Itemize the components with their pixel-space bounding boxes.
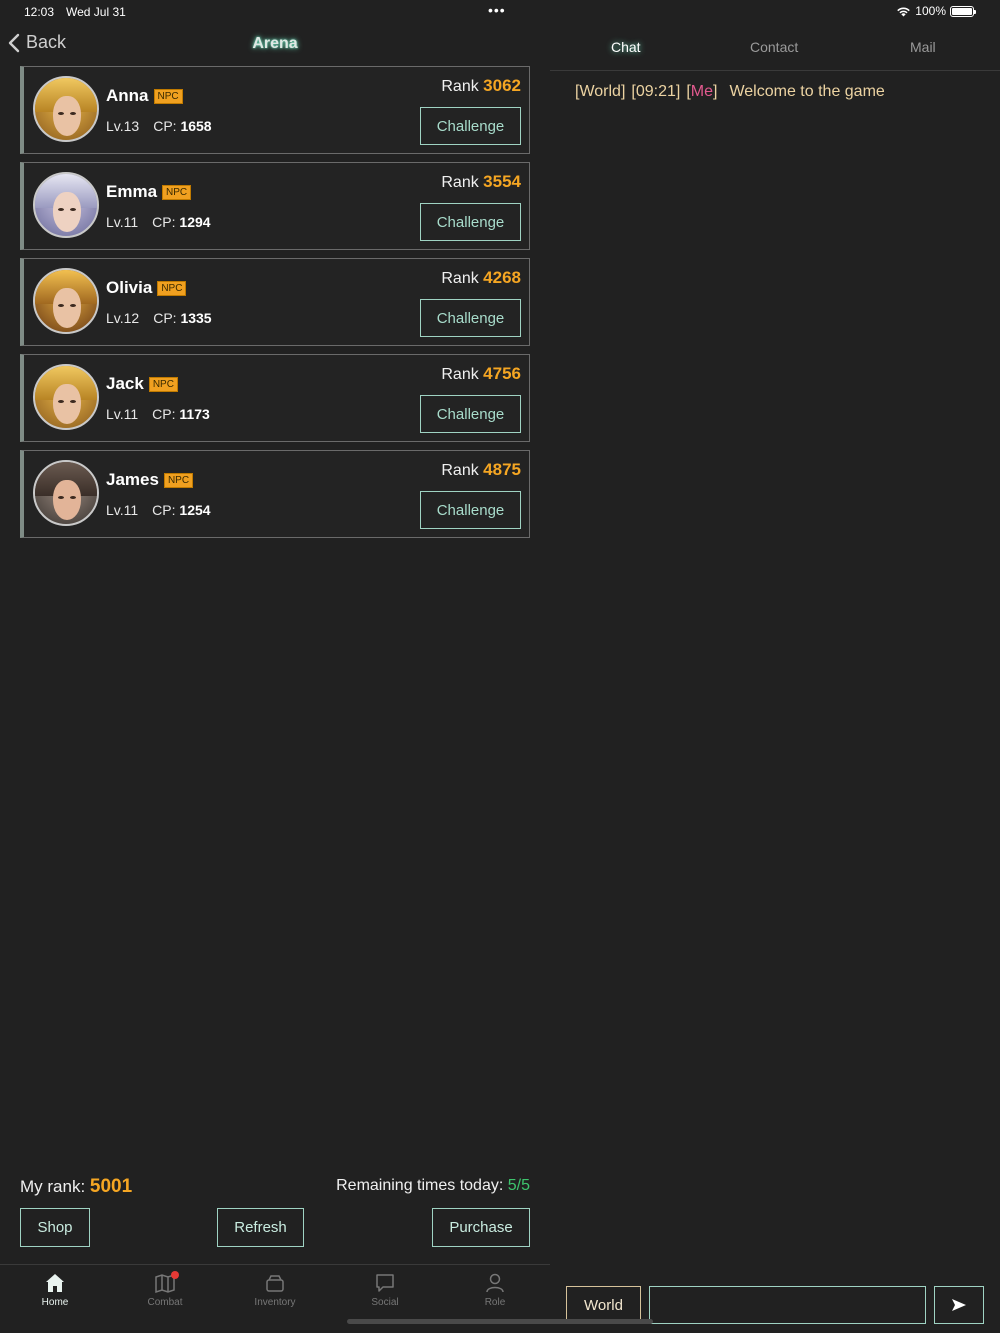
avatar bbox=[33, 172, 99, 238]
tab-combat[interactable]: Combat bbox=[110, 1271, 220, 1308]
opponent-name: James NPC bbox=[106, 470, 194, 490]
opponent-stats: Lv.11 CP: 1254 bbox=[106, 502, 211, 518]
opponent-stats: Lv.11 CP: 1294 bbox=[106, 214, 211, 230]
chat-panel: Chat Contact Mail [World] [09:21] [Me] Welc… bbox=[550, 24, 1000, 1333]
refresh-button[interactable]: Refresh bbox=[217, 1208, 304, 1247]
tab-social[interactable]: Social bbox=[330, 1272, 440, 1308]
opponent-stats: Lv.12 CP: 1335 bbox=[106, 310, 212, 326]
chat-message: [World] [09:21] [Me] Welcome to the game bbox=[575, 83, 885, 100]
purchase-button[interactable]: Purchase bbox=[432, 1208, 530, 1247]
opponent-level: Lv.11 bbox=[106, 406, 139, 422]
battery-icon bbox=[950, 5, 976, 17]
opponent-card: Jack NPC Lv.11 CP: 1173 Rank 4756 Challeng… bbox=[20, 354, 530, 442]
opponent-level: Lv.13 bbox=[106, 118, 140, 134]
tab-inventory[interactable]: Inventory bbox=[220, 1272, 330, 1308]
opponent-rank: Rank 4756 bbox=[441, 364, 521, 383]
home-icon bbox=[46, 1274, 64, 1292]
chat-tabs: Chat Contact Mail bbox=[550, 24, 1000, 71]
opponent-cp: 1254 bbox=[179, 502, 211, 518]
opponent-level: Lv.11 bbox=[106, 214, 139, 230]
chat-text: Welcome to the game bbox=[729, 83, 885, 100]
avatar bbox=[33, 364, 99, 430]
opponent-level: Lv.11 bbox=[106, 502, 139, 518]
my-rank-value: 5001 bbox=[89, 1176, 133, 1197]
multitask-dots-icon[interactable]: ••• bbox=[488, 2, 506, 18]
opponent-cp: 1658 bbox=[180, 118, 212, 134]
chat-time: [09:21] bbox=[631, 83, 681, 100]
chat-bubble-icon bbox=[376, 1274, 394, 1292]
tab-mail[interactable]: Mail bbox=[910, 39, 936, 55]
avatar bbox=[33, 268, 99, 334]
home-indicator[interactable] bbox=[347, 1319, 653, 1324]
opponent-card: Emma NPC Lv.11 CP: 1294 Rank 3554 Challeng… bbox=[20, 162, 530, 250]
opponent-cp: 1294 bbox=[179, 214, 211, 230]
opponent-name: Jack NPC bbox=[106, 374, 178, 394]
opponent-level: Lv.12 bbox=[106, 310, 140, 326]
avatar bbox=[33, 460, 99, 526]
my-rank: My rank: 5001 bbox=[20, 1176, 133, 1197]
status-bar: 12:03 Wed Jul 31 ••• 100% bbox=[0, 0, 1000, 24]
map-icon bbox=[154, 1271, 179, 1294]
chat-channel: [World] bbox=[575, 83, 626, 100]
npc-badge: NPC bbox=[163, 472, 194, 488]
npc-badge: NPC bbox=[162, 184, 192, 200]
challenge-button[interactable]: Challenge bbox=[420, 395, 521, 433]
tab-role[interactable]: Role bbox=[440, 1272, 550, 1308]
tab-home[interactable]: Home bbox=[0, 1272, 110, 1308]
opponent-list: Anna NPC Lv.13 CP: 1658 Rank 3062 Challeng… bbox=[20, 66, 530, 546]
opponent-stats: Lv.11 CP: 1173 bbox=[106, 406, 210, 422]
remaining-times-value: 5/5 bbox=[507, 1177, 530, 1194]
opponent-name: Olivia NPC bbox=[106, 278, 187, 298]
challenge-button[interactable]: Challenge bbox=[420, 107, 521, 145]
opponent-rank: Rank 4875 bbox=[441, 460, 521, 479]
opponent-stats: Lv.13 CP: 1658 bbox=[106, 118, 212, 134]
box-icon bbox=[266, 1275, 284, 1292]
status-indicators: 100% bbox=[896, 4, 976, 18]
challenge-button[interactable]: Challenge bbox=[420, 491, 521, 529]
arena-panel: Back Arena Anna NPC Lv.13 CP: 1658 Rank 30… bbox=[0, 24, 550, 1333]
wifi-icon bbox=[897, 6, 911, 16]
tab-chat[interactable]: Chat bbox=[611, 39, 641, 55]
remaining-times: Remaining times today: 5/5 bbox=[336, 1177, 530, 1194]
battery-percent: 100% bbox=[915, 4, 946, 18]
npc-badge: NPC bbox=[148, 376, 178, 392]
tab-contact[interactable]: Contact bbox=[750, 39, 798, 55]
challenge-button[interactable]: Challenge bbox=[420, 203, 521, 241]
challenge-button[interactable]: Challenge bbox=[420, 299, 521, 337]
opponent-cp: 1173 bbox=[179, 406, 210, 422]
opponent-cp: 1335 bbox=[180, 310, 212, 326]
chat-sender[interactable]: Me bbox=[691, 83, 713, 100]
send-button[interactable] bbox=[934, 1286, 984, 1324]
send-icon bbox=[952, 1299, 966, 1311]
opponent-rank: Rank 4268 bbox=[441, 268, 521, 287]
opponent-name: Emma NPC bbox=[106, 182, 192, 202]
npc-badge: NPC bbox=[153, 88, 183, 104]
opponent-card: Anna NPC Lv.13 CP: 1658 Rank 3062 Challeng… bbox=[20, 66, 530, 154]
status-time: 12:03 bbox=[24, 5, 55, 19]
notification-dot bbox=[171, 1271, 179, 1279]
opponent-rank: Rank 3062 bbox=[441, 76, 521, 95]
page-title: Arena bbox=[252, 35, 298, 52]
chat-input[interactable] bbox=[649, 1286, 926, 1324]
avatar bbox=[33, 76, 99, 142]
opponent-card: James NPC Lv.11 CP: 1254 Rank 4875 Challen… bbox=[20, 450, 530, 538]
opponent-name: Anna NPC bbox=[106, 86, 183, 106]
npc-badge: NPC bbox=[157, 280, 187, 296]
opponent-rank: Rank 3554 bbox=[441, 172, 521, 191]
status-date: Wed Jul 31 bbox=[66, 5, 126, 19]
opponent-card: Olivia NPC Lv.12 CP: 1335 Rank 4268 Challe… bbox=[20, 258, 530, 346]
shop-button[interactable]: Shop bbox=[20, 1208, 90, 1247]
person-icon bbox=[486, 1273, 504, 1293]
